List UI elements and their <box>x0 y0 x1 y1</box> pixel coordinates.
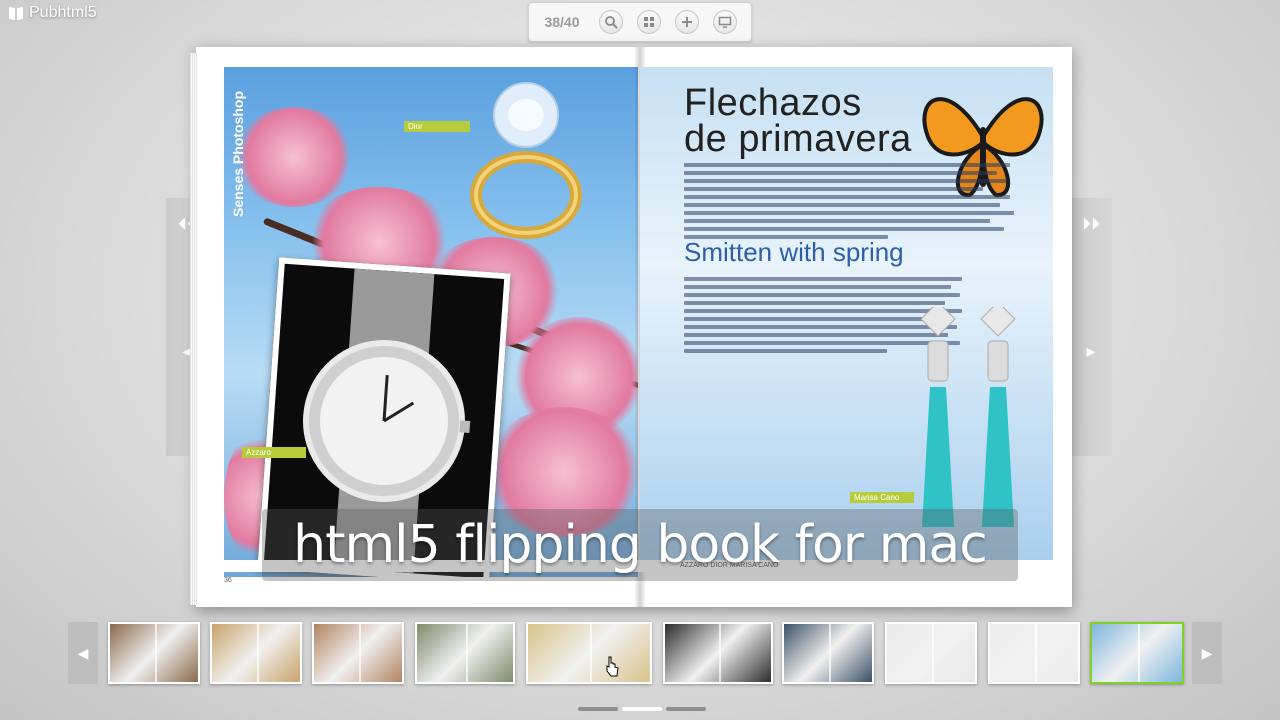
fullscreen-button[interactable] <box>713 10 737 34</box>
thumbnail-strip: ◀ ▶ <box>68 622 1222 686</box>
brand-tag: Azzaro <box>242 447 306 458</box>
thumbnail-divider <box>829 624 831 682</box>
top-toolbar: 38/40 <box>528 2 752 42</box>
page-thumbnail[interactable] <box>782 622 874 684</box>
page-thumbnail[interactable] <box>1090 622 1184 684</box>
next-page-button[interactable]: ▸ <box>1070 325 1112 377</box>
chevron-right-icon: ▶ <box>1201 644 1213 661</box>
double-chevron-right-icon: ⏵⏵ <box>1082 213 1100 234</box>
page-counter: 38/40 <box>544 14 580 30</box>
app-name: Pubhtml5 <box>29 4 97 21</box>
earring-image <box>980 307 1016 527</box>
zoom-in-icon <box>682 17 692 27</box>
thumbnail-divider <box>155 624 157 682</box>
thumbnail-divider <box>466 624 468 682</box>
thumb-next-button[interactable]: ▶ <box>1192 622 1222 684</box>
thumb-prev-button[interactable]: ◀ <box>68 622 98 684</box>
thumbnail-divider <box>1035 624 1037 682</box>
right-page[interactable]: Flechazos de primavera Smitten with spri… <box>640 67 1053 560</box>
page-thumbnail[interactable] <box>663 622 773 684</box>
page-thumbnail[interactable] <box>312 622 404 684</box>
book-logo-icon <box>9 7 23 20</box>
pager-dot[interactable] <box>666 707 706 711</box>
mouse-cursor-icon <box>606 656 619 677</box>
spanish-body-text <box>684 163 1024 243</box>
zoom-in-button[interactable] <box>675 10 699 34</box>
blossom-cluster <box>234 107 354 207</box>
thumbnail-divider <box>1138 624 1140 682</box>
search-button[interactable] <box>599 10 623 34</box>
thumbnail-divider <box>719 624 721 682</box>
title-line-2: de primavera <box>684 118 912 160</box>
ring-image <box>470 82 582 239</box>
thumbnail-divider <box>359 624 361 682</box>
brand-tag: Dior <box>404 121 470 132</box>
earring-image <box>920 307 956 527</box>
video-caption: html5 flipping book for mac <box>262 509 1018 581</box>
chevron-right-icon: ▸ <box>1086 340 1096 361</box>
thumbnail-divider <box>932 624 934 682</box>
brand-tag: Marisa Cano <box>850 492 914 503</box>
pager-dot[interactable] <box>622 707 662 711</box>
article-title: Flechazos de primavera <box>684 82 912 160</box>
page-thumbnail[interactable] <box>210 622 302 684</box>
page-thumbnail[interactable] <box>108 622 200 684</box>
last-page-button[interactable]: ⏵⏵ <box>1070 198 1112 250</box>
left-page[interactable]: Senses Photoshop Dior Azzaro <box>224 67 638 577</box>
thumbnail-divider <box>257 624 259 682</box>
page-number: 36 <box>224 577 232 584</box>
page-stack-edge <box>190 53 198 605</box>
grid-icon <box>644 17 654 27</box>
search-icon <box>605 16 618 29</box>
page-thumbnail[interactable] <box>885 622 977 684</box>
fullscreen-icon <box>718 16 732 28</box>
thumbnails-button[interactable] <box>637 10 661 34</box>
page-thumbnail[interactable] <box>526 622 652 684</box>
page-thumbnail[interactable] <box>988 622 1080 684</box>
section-label: Senses Photoshop <box>230 90 246 217</box>
article-subtitle: Smitten with spring <box>684 237 904 267</box>
page-thumbnail[interactable] <box>415 622 515 684</box>
pager-dot[interactable] <box>578 707 618 711</box>
thumbnail-divider <box>590 624 592 682</box>
app-logo[interactable]: Pubhtml5 <box>8 4 97 22</box>
chevron-left-icon: ◀ <box>77 644 89 661</box>
title-line-1: Flechazos <box>684 82 862 124</box>
